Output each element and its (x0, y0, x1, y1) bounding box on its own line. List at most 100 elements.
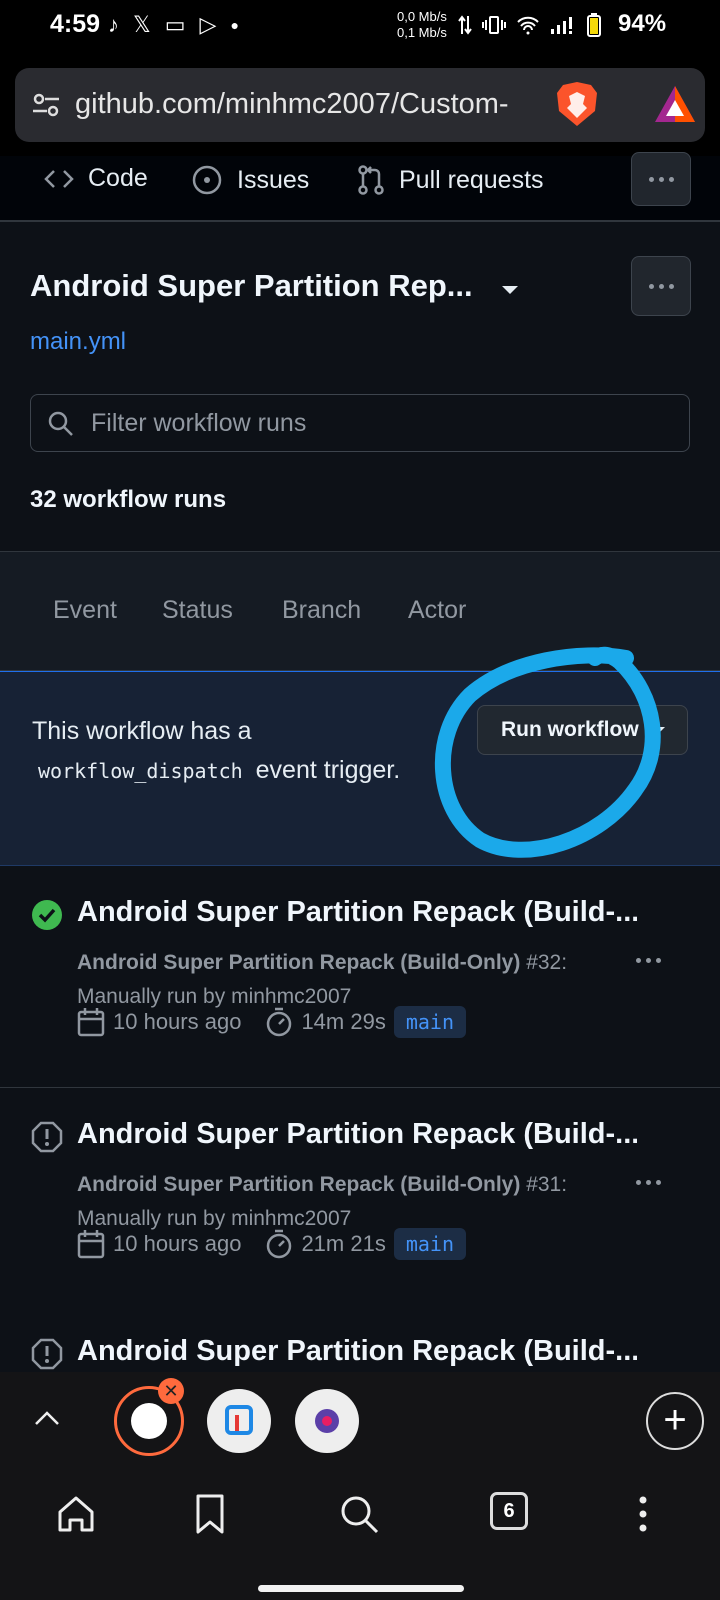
tab-pull-requests[interactable]: Pull requests (357, 164, 544, 196)
battery-icon (587, 13, 601, 37)
dispatch-text-before: This workflow has a (32, 717, 252, 745)
speed-up: 0,1 Mb/s (397, 25, 447, 40)
run-time-ago: 10 hours ago (113, 1009, 242, 1034)
status-bar: 4:59 ♪ 𝕏 ▭ ▷ ● 0,0 Mb/s 0,1 Mb/s 94% (0, 0, 720, 56)
run-title[interactable]: Android Super Partition Repack (Build-..… (77, 1118, 637, 1151)
system-icons (458, 10, 602, 40)
dispatch-text-after: event trigger. (255, 756, 401, 784)
filter-actor[interactable]: Actor (408, 596, 466, 625)
dispatch-code: workflow_dispatch (38, 759, 243, 783)
tab-thumbnail[interactable] (207, 1389, 271, 1453)
stopwatch-icon (267, 1229, 292, 1259)
tab-code[interactable]: Code (44, 164, 148, 193)
signal-icon (551, 17, 572, 34)
search-input[interactable] (91, 403, 671, 443)
run-trigger: Manually run by minhmc2007 (77, 985, 352, 1008)
stopwatch-icon (267, 1007, 292, 1037)
pull-request-icon (358, 165, 384, 195)
status-time: 4:59 (50, 10, 101, 38)
run-more-button[interactable] (626, 1168, 670, 1196)
wifi-icon (517, 16, 539, 35)
run-workflow-label: Run workflow (501, 718, 639, 741)
tab-code-label: Code (88, 164, 148, 192)
tab-thumbnail[interactable] (295, 1389, 359, 1453)
branch-label[interactable]: main (393, 1228, 466, 1260)
triangle-down-icon[interactable] (502, 286, 518, 294)
new-tab-button[interactable]: + (646, 1392, 704, 1450)
stop-icon (31, 1121, 63, 1153)
battery-percent: 94% (618, 10, 667, 37)
run-title[interactable]: Android Super Partition Repack (Build-..… (77, 896, 637, 929)
run-more-button[interactable] (626, 946, 670, 974)
repo-nav-more-button[interactable] (631, 152, 691, 206)
github-tab-icon (131, 1403, 167, 1439)
run-description: Android Super Partition Repack (Build-On… (77, 1168, 597, 1236)
tab-pull-requests-label: Pull requests (399, 165, 544, 194)
run-number: #32: (526, 951, 568, 974)
bookmark-icon[interactable] (188, 1492, 232, 1536)
home-icon[interactable] (54, 1492, 98, 1536)
address-bar[interactable]: github.com/minhmc2007/Custom- (15, 68, 705, 142)
filter-event[interactable]: Event (53, 596, 117, 625)
site-favicon-icon (315, 1409, 339, 1433)
kebab-horizontal-icon (626, 946, 670, 974)
dispatch-message: This workflow has a workflow_dispatch ev… (32, 712, 422, 791)
workflow-run-count: 32 workflow runs (30, 486, 227, 513)
search-icon (48, 411, 73, 436)
run-trigger: Manually run by minhmc2007 (77, 1207, 352, 1230)
run-duration: 14m 29s (301, 1009, 386, 1034)
workflow-run-row[interactable]: Android Super Partition Repack (Build-..… (0, 1088, 720, 1310)
browser-bottom-nav: 6 (0, 1470, 720, 1600)
workflow-more-button[interactable] (631, 256, 691, 316)
run-workflow-name: Android Super Partition Repack (Build-On… (77, 1173, 521, 1196)
tab-switcher-button[interactable]: 6 (490, 1492, 528, 1530)
filter-status[interactable]: Status (162, 596, 233, 625)
kebab-horizontal-icon (626, 1168, 670, 1196)
filter-branch[interactable]: Branch (282, 596, 361, 625)
notification-icons: ♪ 𝕏 ▭ ▷ ● (108, 10, 239, 40)
run-title[interactable]: Android Super Partition Repack (Build-..… (77, 1335, 637, 1368)
run-workflow-name: Android Super Partition Repack (Build-On… (77, 951, 521, 974)
terminal-icon: ▭ (164, 12, 186, 37)
run-meta: 10 hours ago 21m 21s main (77, 1228, 466, 1260)
data-arrows-icon (458, 15, 472, 35)
brave-rewards-icon[interactable] (653, 84, 697, 124)
home-indicator[interactable] (258, 1585, 464, 1592)
workflow-file-link[interactable]: main.yml (30, 328, 126, 356)
more-notifications-icon: ● (230, 17, 239, 33)
run-workflow-button[interactable]: Run workflow (477, 705, 688, 755)
code-icon (44, 169, 74, 188)
workflow-dispatch-banner: This workflow has a workflow_dispatch ev… (0, 671, 720, 866)
url-text[interactable]: github.com/minhmc2007/Custom- (75, 88, 545, 121)
run-number: #31: (526, 1173, 568, 1196)
tiktok-icon: ♪ (108, 12, 119, 37)
workflow-run-row[interactable]: Android Super Partition Repack (Build-..… (0, 866, 720, 1088)
site-settings-icon[interactable] (31, 90, 61, 120)
close-icon[interactable]: ✕ (158, 1378, 184, 1404)
branch-label[interactable]: main (393, 1006, 466, 1038)
search-icon[interactable] (337, 1492, 381, 1536)
tab-issues[interactable]: Issues (191, 164, 309, 196)
vibrate-icon (482, 16, 506, 34)
triangle-down-icon (652, 727, 665, 733)
repo-nav: Code Issues Pull requests (0, 152, 720, 222)
calendar-icon (77, 1008, 105, 1037)
kebab-horizontal-icon (632, 153, 690, 205)
workflow-title[interactable]: Android Super Partition Rep... (30, 268, 473, 304)
menu-icon[interactable] (621, 1492, 665, 1536)
brave-shields-icon[interactable] (555, 80, 599, 128)
issue-opened-icon (192, 165, 222, 195)
chevron-up-icon[interactable] (32, 1404, 62, 1434)
x-icon: 𝕏 (133, 12, 151, 37)
run-duration: 21m 21s (301, 1231, 386, 1256)
speed-down: 0,0 Mb/s (397, 9, 447, 24)
network-speed: 0,0 Mb/s 0,1 Mb/s (397, 9, 447, 41)
play-store-icon: ▷ (199, 12, 217, 37)
filter-workflow-runs[interactable] (30, 394, 690, 452)
kebab-horizontal-icon (632, 257, 690, 315)
run-filter-bar: Event Status Branch Actor (0, 551, 720, 671)
calendar-icon (77, 1230, 105, 1259)
run-meta: 10 hours ago 14m 29s main (77, 1006, 466, 1038)
run-description: Android Super Partition Repack (Build-On… (77, 946, 597, 1014)
chat-app-icon (225, 1405, 253, 1435)
